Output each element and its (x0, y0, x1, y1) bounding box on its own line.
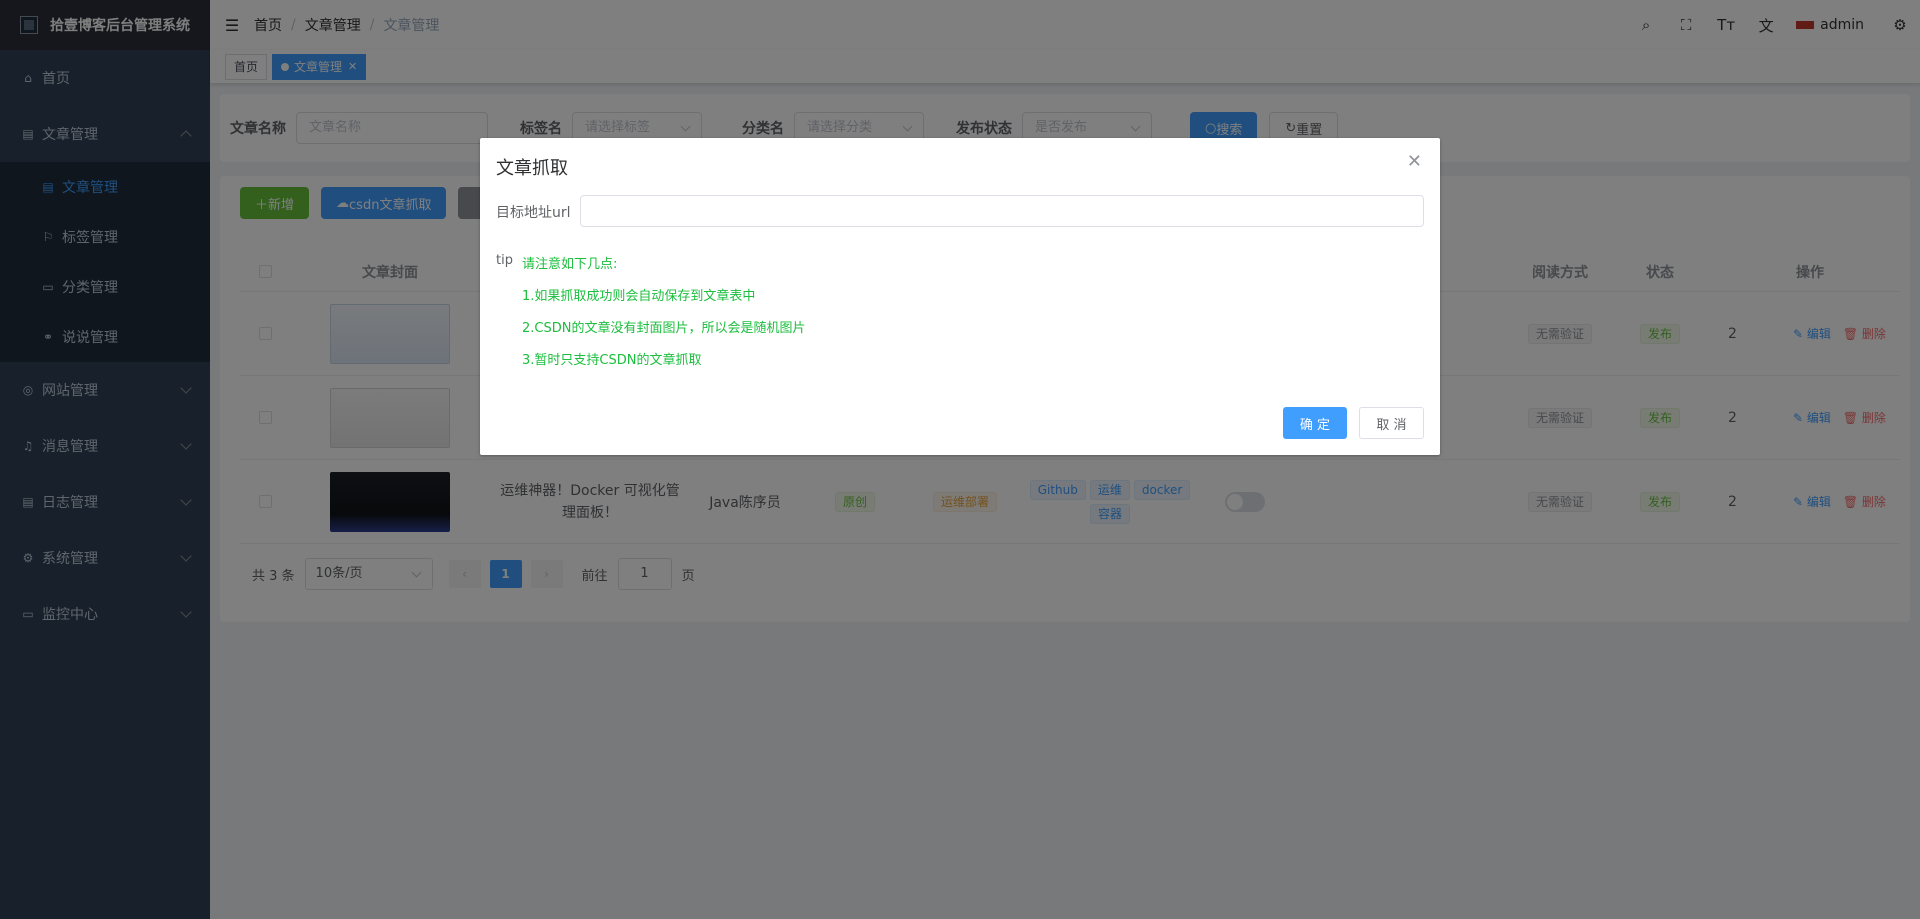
fetch-article-dialog: 文章抓取 ✕ 目标地址url tip 请注意如下几点: 1.如果抓取成功则会自动… (480, 138, 1440, 455)
confirm-button[interactable]: 确 定 (1283, 407, 1347, 439)
dialog-title: 文章抓取 (496, 158, 568, 179)
url-label: 目标地址url (496, 205, 571, 221)
tip-text: 3.暂时只支持CSDN的文章抓取 (522, 353, 702, 368)
tip-label: tip (496, 253, 513, 268)
tip-text: 1.如果抓取成功则会自动保存到文章表中 (522, 289, 756, 304)
tip-text: 2.CSDN的文章没有封面图片，所以会是随机图片 (522, 321, 806, 336)
cancel-button[interactable]: 取 消 (1359, 407, 1424, 439)
tip-text: 请注意如下几点: (522, 257, 618, 272)
close-icon[interactable]: ✕ (1407, 151, 1422, 172)
target-url-input[interactable] (580, 195, 1424, 227)
